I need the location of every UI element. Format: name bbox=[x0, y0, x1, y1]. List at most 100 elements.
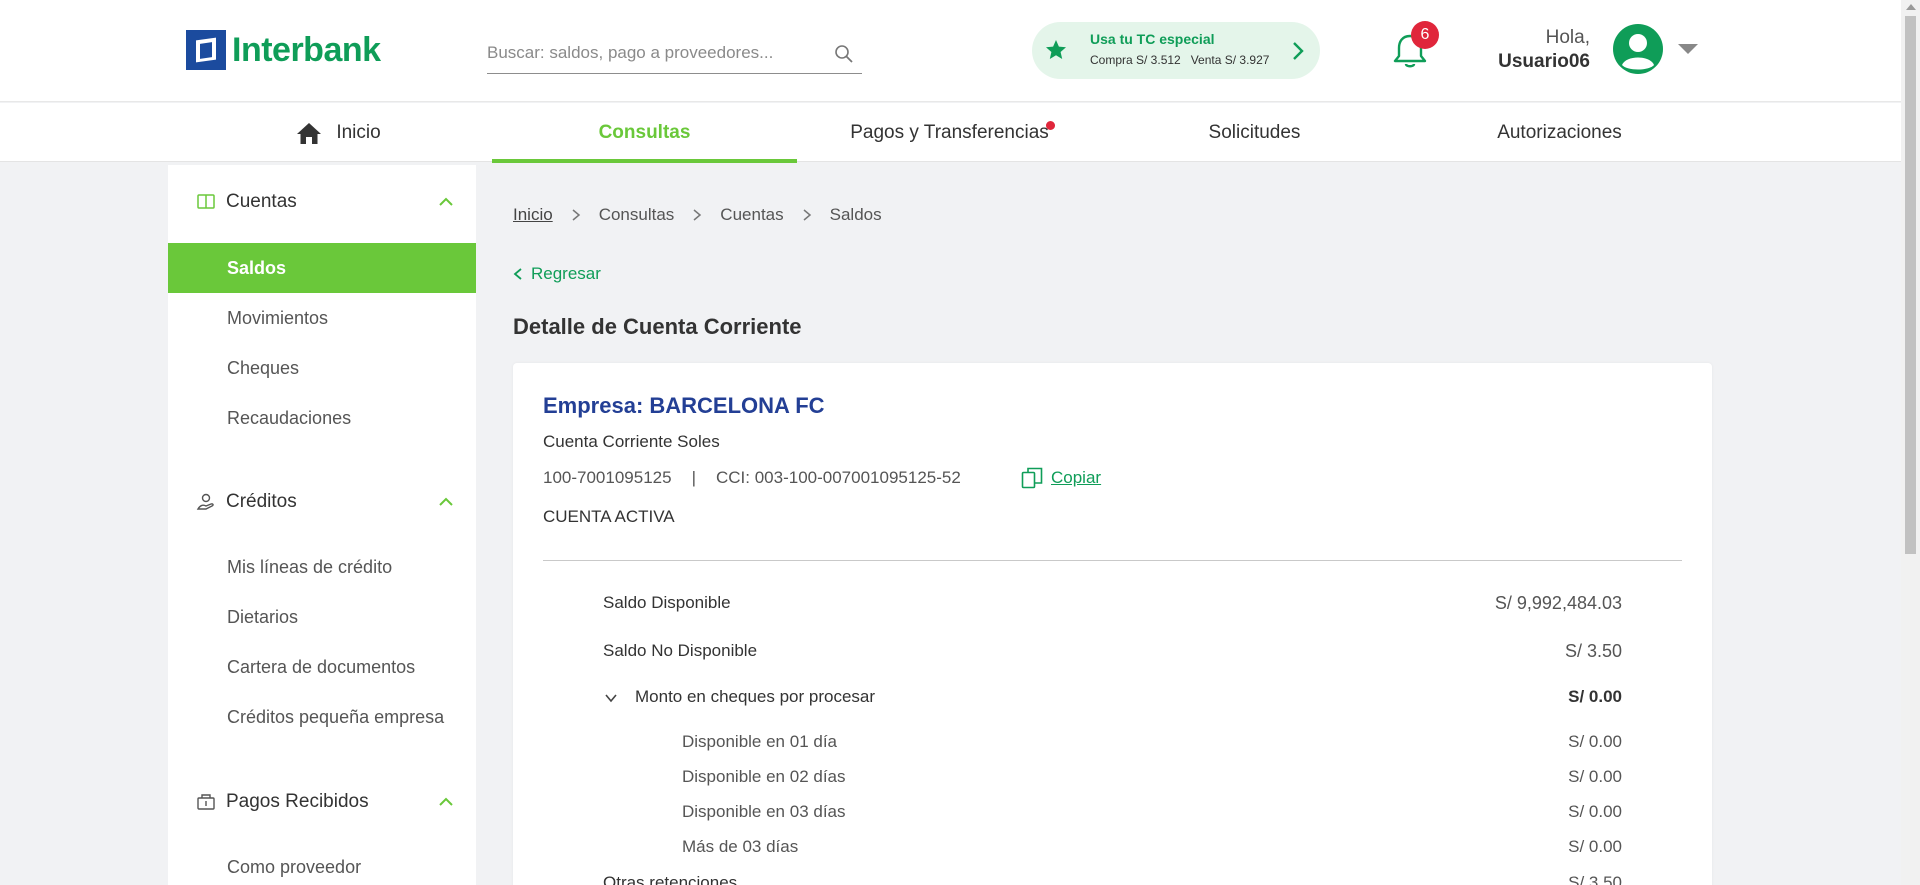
balance-row-otras-retenciones: Otras retenciones S/ 3.50 bbox=[513, 873, 1712, 885]
search-icon[interactable] bbox=[834, 44, 854, 64]
copy-label: Copiar bbox=[1051, 468, 1102, 487]
scrollbar-thumb[interactable] bbox=[1905, 16, 1916, 554]
account-icon bbox=[197, 194, 215, 209]
nav-tab-inicio[interactable]: Inicio bbox=[186, 103, 491, 162]
copy-button[interactable]: Copiar bbox=[1021, 467, 1101, 489]
account-cci: CCI: 003-100-007001095125-52 bbox=[716, 468, 961, 487]
nav-tab-label: Consultas bbox=[598, 121, 691, 143]
balance-row-disponible-01-dia: Disponible en 01 día S/ 0.00 bbox=[513, 732, 1712, 760]
balance-row-mas-de-03-dias: Más de 03 días S/ 0.00 bbox=[513, 837, 1712, 865]
interbank-logo[interactable]: Interbank bbox=[186, 30, 381, 70]
balance-value: S/ 9,992,484.03 bbox=[1494, 593, 1622, 613]
sidebar-item-creditos-pequena-empresa[interactable]: Créditos pequeña empresa bbox=[168, 692, 476, 742]
user-greeting: Hola, Usuario06 bbox=[1470, 26, 1590, 74]
promo-rates: Compra S/ 3.512 Venta S/ 3.927 bbox=[1090, 53, 1270, 67]
chevron-down-icon[interactable] bbox=[604, 693, 618, 703]
notification-count-badge: 6 bbox=[1411, 21, 1439, 49]
search-bar bbox=[487, 36, 862, 74]
account-detail-card: Empresa: BARCELONA FC Cuenta Corriente S… bbox=[513, 363, 1712, 885]
promo-title: Usa tu TC especial bbox=[1090, 31, 1215, 47]
nav-tab-label: Pagos y Transferencias bbox=[850, 121, 1049, 143]
balance-label: Saldo Disponible bbox=[603, 593, 731, 612]
account-number: 100-7001095125 bbox=[543, 468, 672, 487]
balance-label: Disponible en 02 días bbox=[682, 767, 846, 786]
balance-row-disponible-02-dias: Disponible en 02 días S/ 0.00 bbox=[513, 767, 1712, 795]
page-scrollbar[interactable] bbox=[1901, 0, 1920, 885]
balance-value: S/ 0.00 bbox=[1568, 767, 1622, 786]
balance-label: Disponible en 01 día bbox=[682, 732, 838, 751]
sidebar-section-cuentas[interactable]: Cuentas bbox=[168, 182, 476, 222]
sidebar-item-recaudaciones[interactable]: Recaudaciones bbox=[168, 393, 476, 443]
sidebar-section-creditos[interactable]: Créditos bbox=[168, 482, 476, 522]
sidebar-item-cheques[interactable]: Cheques bbox=[168, 343, 476, 393]
balance-row-disponible-03-dias: Disponible en 03 días S/ 0.00 bbox=[513, 802, 1712, 830]
nav-tab-label: Solicitudes bbox=[1208, 121, 1301, 143]
scroll-up-arrow-icon[interactable] bbox=[1906, 4, 1916, 10]
breadcrumb-saldos: Saldos bbox=[829, 205, 882, 224]
main-nav: Inicio Consultas Pagos y Transferencias … bbox=[0, 103, 1901, 163]
nav-tab-solicitudes[interactable]: Solicitudes bbox=[1102, 103, 1407, 162]
credit-icon bbox=[196, 493, 214, 510]
chevron-up-icon[interactable] bbox=[438, 797, 454, 807]
balance-value: S/ 0.00 bbox=[1568, 837, 1622, 856]
balance-value: S/ 0.00 bbox=[1568, 687, 1622, 706]
balance-row-saldo-no-disponible: Saldo No Disponible S/ 3.50 bbox=[513, 641, 1712, 669]
breadcrumb-consultas[interactable]: Consultas bbox=[599, 205, 675, 225]
nav-tab-pagos-transferencias[interactable]: Pagos y Transferencias bbox=[797, 103, 1102, 162]
chevron-right-icon bbox=[572, 209, 580, 221]
balance-label: Más de 03 días bbox=[682, 837, 799, 856]
balance-label: Monto en cheques por procesar bbox=[635, 687, 876, 706]
chevron-right-icon bbox=[1293, 42, 1304, 60]
new-indicator-dot bbox=[1046, 121, 1055, 130]
divider bbox=[543, 560, 1682, 561]
home-icon bbox=[297, 122, 322, 144]
account-type: Cuenta Corriente Soles bbox=[543, 432, 720, 451]
sidebar-item-dietarios[interactable]: Dietarios bbox=[168, 592, 476, 642]
back-link[interactable]: Regresar bbox=[513, 264, 601, 284]
chevron-right-icon bbox=[693, 209, 702, 221]
sidebar-item-movimientos[interactable]: Movimientos bbox=[168, 293, 476, 343]
sidebar-section-pagos-recibidos[interactable]: Pagos Recibidos bbox=[168, 782, 476, 822]
chevron-down-icon[interactable] bbox=[1677, 42, 1699, 56]
payments-received-icon bbox=[197, 794, 215, 810]
section-title: Créditos bbox=[226, 491, 297, 512]
separator: | bbox=[691, 468, 696, 487]
balance-value: S/ 3.50 bbox=[1564, 641, 1622, 661]
sidebar-item-como-proveedor[interactable]: Como proveedor bbox=[168, 842, 476, 885]
breadcrumb-inicio[interactable]: Inicio bbox=[513, 205, 553, 225]
star-icon bbox=[1046, 40, 1066, 59]
user-name: Usuario06 bbox=[1498, 51, 1590, 72]
nav-tab-autorizaciones[interactable]: Autorizaciones bbox=[1407, 103, 1712, 162]
logo-text: Interbank bbox=[232, 30, 381, 69]
top-header: Interbank Usa tu TC especial Compra S/ 3… bbox=[0, 0, 1901, 102]
breadcrumb: Inicio Consultas Cuentas Saldos bbox=[513, 203, 882, 227]
company-name: Empresa: BARCELONA FC bbox=[543, 393, 825, 418]
balance-value: S/ 0.00 bbox=[1568, 732, 1622, 751]
balance-label: Saldo No Disponible bbox=[603, 641, 758, 660]
search-input[interactable] bbox=[487, 36, 817, 70]
chevron-left-icon bbox=[513, 268, 522, 280]
balance-value: S/ 3.50 bbox=[1568, 873, 1622, 885]
nav-tab-consultas[interactable]: Consultas bbox=[492, 103, 797, 163]
balance-row-cheques-por-procesar[interactable]: Monto en cheques por procesar S/ 0.00 bbox=[513, 687, 1712, 715]
balance-label: Disponible en 03 días bbox=[682, 802, 846, 821]
chevron-right-icon bbox=[803, 209, 811, 221]
balance-row-saldo-disponible: Saldo Disponible S/ 9,992,484.03 bbox=[513, 593, 1712, 621]
balance-label: Otras retenciones bbox=[603, 873, 738, 885]
greeting-text: Hola, bbox=[1545, 27, 1590, 48]
avatar[interactable] bbox=[1613, 24, 1663, 74]
back-label: Regresar bbox=[531, 264, 601, 283]
breadcrumb-cuentas[interactable]: Cuentas bbox=[720, 205, 783, 225]
nav-tab-label: Inicio bbox=[336, 121, 381, 143]
sidebar-item-saldos[interactable]: Saldos bbox=[168, 243, 476, 293]
chevron-up-icon[interactable] bbox=[438, 197, 454, 207]
sidebar-item-cartera-documentos[interactable]: Cartera de documentos bbox=[168, 642, 476, 692]
exchange-rate-promo[interactable]: Usa tu TC especial Compra S/ 3.512 Venta… bbox=[1032, 22, 1320, 79]
sidebar-item-mis-lineas-credito[interactable]: Mis líneas de crédito bbox=[168, 542, 476, 592]
sidebar: Cuentas Saldos Movimientos Cheques Recau… bbox=[168, 165, 476, 885]
nav-tab-label: Autorizaciones bbox=[1497, 121, 1622, 143]
section-title: Pagos Recibidos bbox=[226, 791, 369, 812]
copy-icon bbox=[1021, 467, 1043, 489]
chevron-up-icon[interactable] bbox=[438, 497, 454, 507]
section-title: Cuentas bbox=[226, 191, 297, 212]
